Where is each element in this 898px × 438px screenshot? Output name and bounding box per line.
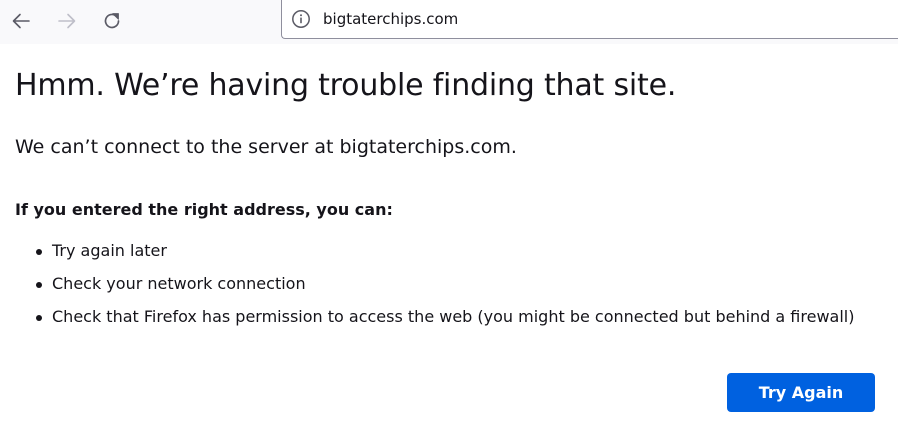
reload-icon: [104, 13, 120, 29]
list-item: Check that Firefox has permission to acc…: [0, 304, 854, 337]
error-title: Hmm. We’re having trouble finding that s…: [15, 68, 677, 103]
suggestion-text: Check that Firefox has permission to acc…: [52, 307, 855, 326]
arrow-right-icon: [58, 13, 76, 29]
try-again-button[interactable]: Try Again: [727, 373, 875, 412]
info-icon[interactable]: [291, 9, 311, 29]
suggestions-heading: If you entered the right address, you ca…: [15, 200, 393, 219]
url-bar[interactable]: bigtaterchips.com: [281, 0, 898, 39]
suggestion-text: Check your network connection: [52, 274, 306, 293]
suggestion-text: Try again later: [52, 241, 167, 260]
reload-button[interactable]: [96, 5, 128, 37]
list-item: Try again later: [0, 238, 854, 271]
bullet-icon: [36, 282, 42, 288]
list-item: Check your network connection: [0, 271, 854, 304]
bullet-icon: [36, 315, 42, 321]
url-text[interactable]: bigtaterchips.com: [323, 9, 458, 29]
browser-toolbar: bigtaterchips.com: [0, 0, 898, 44]
error-page: Hmm. We’re having trouble finding that s…: [0, 44, 898, 438]
back-button[interactable]: [5, 5, 37, 37]
forward-button[interactable]: [51, 5, 83, 37]
suggestions-list: Try again later Check your network conne…: [0, 238, 854, 337]
bullet-icon: [36, 249, 42, 255]
arrow-left-icon: [12, 13, 30, 29]
error-description: We can’t connect to the server at bigtat…: [15, 136, 517, 158]
